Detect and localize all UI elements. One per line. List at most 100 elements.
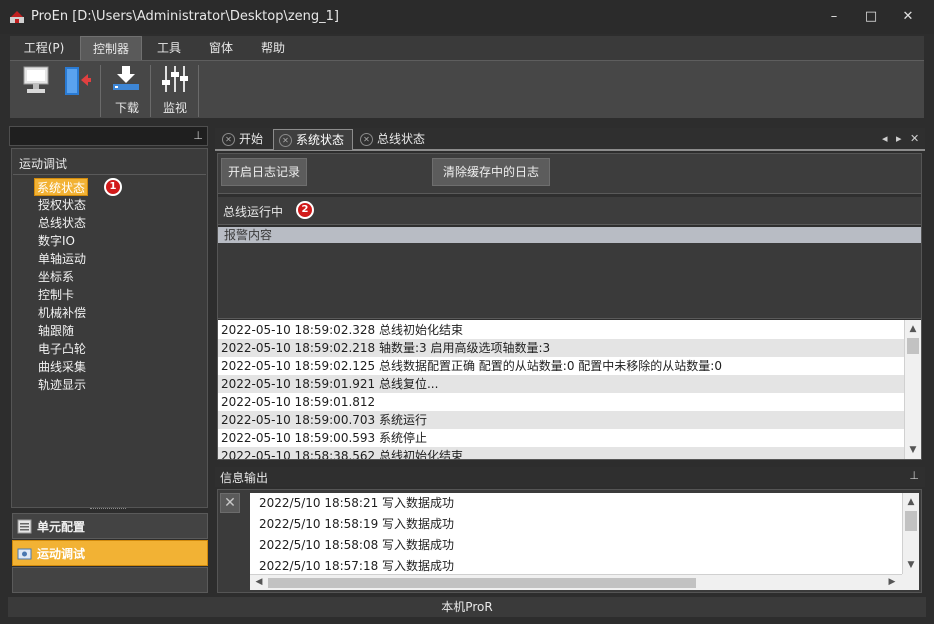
nav-empty-slot	[12, 567, 208, 593]
alarm-column-header: 报警内容	[218, 227, 921, 243]
debug-icon	[17, 548, 32, 560]
scroll-thumb[interactable]	[907, 338, 919, 354]
menu-tools[interactable]: 工具	[150, 36, 188, 60]
list-item[interactable]: 2022-05-10 18:59:00.703 系统运行	[218, 411, 904, 429]
bus-status-text: 总线运行中	[223, 205, 284, 219]
tree-item-license-status[interactable]: 授权状态	[38, 196, 86, 214]
annotation-badge-2: 2	[296, 201, 314, 219]
menu-bar: 工程(P) 控制器 工具 窗体 帮助	[10, 36, 924, 60]
title-bar: ProEn [D:\Users\Administrator\Desktop\ze…	[0, 0, 934, 34]
tree-item-coordinate-system[interactable]: 坐标系	[38, 268, 74, 286]
app-logo-icon	[10, 11, 24, 23]
info-vertical-scrollbar[interactable]: ▲ ▼	[902, 493, 919, 574]
close-tab-icon[interactable]: ✕	[910, 132, 919, 145]
list-item[interactable]: 2022-05-10 18:59:02.328 总线初始化结束	[218, 321, 904, 339]
download-label[interactable]: 下载	[108, 99, 146, 116]
list-item[interactable]: 2022/5/10 18:58:08 写入数据成功	[250, 535, 902, 556]
scroll-thumb[interactable]	[905, 511, 917, 531]
tab-close-icon[interactable]: ✕	[222, 133, 235, 146]
menu-help[interactable]: 帮助	[254, 36, 292, 60]
tab-close-icon[interactable]: ✕	[360, 133, 373, 146]
document-tab-strip: ✕ 开始 ✕ 系统状态 ✕ 总线状态 ◂ ▸ ✕	[215, 128, 925, 151]
tree-item-single-axis[interactable]: 单轴运动	[38, 250, 86, 268]
start-log-button[interactable]: 开启日志记录	[221, 158, 307, 186]
nav-motion-debug-label: 运动调试	[37, 547, 86, 561]
log-vertical-scrollbar[interactable]: ▲ ▼	[904, 320, 921, 459]
tree-item-mechanical-compensation[interactable]: 机械补偿	[38, 304, 86, 322]
toolbar-separator	[150, 65, 151, 117]
scroll-down-icon[interactable]: ▼	[905, 442, 921, 458]
scroll-up-icon[interactable]: ▲	[903, 494, 919, 510]
tab-close-icon[interactable]: ✕	[279, 134, 292, 147]
bus-status-row: 总线运行中 2	[218, 197, 921, 225]
toolbar-separator	[100, 65, 101, 117]
window-title: ProEn [D:\Users\Administrator\Desktop\ze…	[31, 9, 339, 24]
menu-project[interactable]: 工程(P)	[16, 36, 72, 60]
config-list-icon	[17, 519, 32, 534]
list-item[interactable]: 2022/5/10 18:58:19 写入数据成功	[250, 514, 902, 535]
tree-item-electronic-cam[interactable]: 电子凸轮	[38, 340, 86, 358]
nav-motion-debug-button[interactable]: 运动调试	[12, 540, 208, 566]
scroll-thumb[interactable]	[268, 578, 696, 588]
info-horizontal-scrollbar[interactable]: ◀ ▶	[250, 574, 902, 590]
exit-door-icon[interactable]	[62, 65, 92, 97]
scroll-down-icon[interactable]: ▼	[903, 557, 919, 573]
pin-icon[interactable]: ⊥	[909, 469, 919, 482]
list-item[interactable]: 2022-05-10 18:59:01.921 总线复位...	[218, 375, 904, 393]
tree-item-control-card[interactable]: 控制卡	[38, 286, 74, 304]
list-item[interactable]: 2022-05-10 18:58:38.562 总线初始化结束	[218, 447, 904, 459]
toolbar: 下载 监视	[10, 60, 924, 118]
nav-unit-config-label: 单元配置	[37, 520, 86, 534]
scrollbar-corner	[902, 574, 919, 590]
pin-icon[interactable]: ⊥	[193, 129, 203, 142]
tree-item-axis-follow[interactable]: 轴跟随	[38, 322, 74, 340]
scroll-up-icon[interactable]: ▲	[905, 321, 921, 337]
splitter-grip[interactable]	[90, 508, 126, 511]
tree-item-bus-status[interactable]: 总线状态	[38, 214, 86, 232]
tab-label: 开始	[239, 132, 264, 146]
list-item[interactable]: 2022/5/10 18:57:18 写入数据成功	[250, 556, 902, 575]
info-output-header: 信息输出 ⊥	[215, 467, 925, 487]
tab-bus-status[interactable]: ✕ 总线状态	[355, 129, 433, 150]
tree-item-curve-capture[interactable]: 曲线采集	[38, 358, 86, 376]
annotation-badge-1: 1	[104, 178, 122, 196]
monitor-label[interactable]: 监视	[156, 99, 194, 116]
system-log-list: 2022-05-10 18:59:02.328 总线初始化结束 2022-05-…	[218, 320, 904, 459]
download-icon[interactable]	[110, 64, 142, 92]
tab-label: 总线状态	[377, 132, 426, 146]
log-button-bar: 开启日志记录 清除缓存中的日志	[218, 154, 921, 194]
close-button[interactable]: ✕	[893, 6, 923, 28]
nav-unit-config-button[interactable]: 单元配置	[12, 513, 208, 539]
scroll-tabs-left-icon[interactable]: ◂	[882, 132, 888, 145]
scroll-tabs-right-icon[interactable]: ▸	[896, 132, 902, 145]
sliders-icon[interactable]	[160, 64, 190, 94]
list-item[interactable]: 2022-05-10 18:59:01.812	[218, 393, 904, 411]
left-panel-header: ⊥	[9, 126, 208, 146]
toolbar-separator	[198, 65, 199, 117]
tree-item-system-status[interactable]: 系统状态	[34, 178, 89, 196]
clear-output-icon[interactable]: ✕	[220, 493, 240, 513]
scroll-left-icon[interactable]: ◀	[251, 575, 267, 591]
tab-start[interactable]: ✕ 开始	[217, 129, 271, 150]
info-output-title: 信息输出	[220, 471, 269, 485]
tree-item-trajectory-display[interactable]: 轨迹显示	[38, 376, 86, 394]
list-item[interactable]: 2022-05-10 18:59:02.218 轴数量:3 启用高级选项轴数量:…	[218, 339, 904, 357]
tab-system-status[interactable]: ✕ 系统状态	[273, 129, 354, 150]
clear-log-button[interactable]: 清除缓存中的日志	[432, 158, 550, 186]
list-item[interactable]: 2022-05-10 18:59:00.593 系统停止	[218, 429, 904, 447]
minimize-button[interactable]: –	[819, 6, 849, 28]
tree-section-title: 运动调试	[19, 157, 68, 171]
menu-window[interactable]: 窗体	[202, 36, 240, 60]
status-bar: 本机ProR	[8, 597, 926, 617]
menu-controller[interactable]: 控制器	[80, 36, 142, 60]
list-item[interactable]: 2022/5/10 18:58:21 写入数据成功	[250, 493, 902, 514]
scroll-right-icon[interactable]: ▶	[884, 575, 900, 591]
maximize-button[interactable]: □	[856, 6, 886, 28]
computer-icon[interactable]	[22, 65, 50, 97]
divider	[13, 174, 206, 175]
info-output-list: 2022/5/10 18:58:21 写入数据成功 2022/5/10 18:5…	[250, 493, 902, 575]
tree-item-digital-io[interactable]: 数字IO	[38, 232, 75, 250]
list-item[interactable]: 2022-05-10 18:59:02.125 总线数据配置正确 配置的从站数量…	[218, 357, 904, 375]
alarm-list	[218, 243, 921, 319]
tab-label: 系统状态	[296, 133, 345, 147]
